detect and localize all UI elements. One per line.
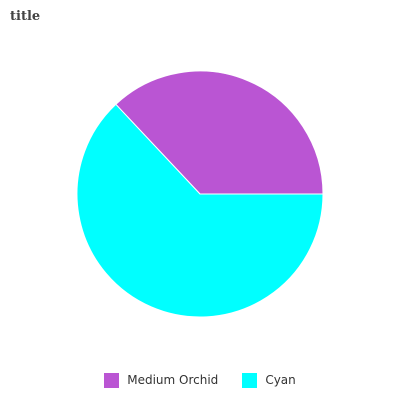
legend-label-medium-orchid: Medium Orchid [127,373,219,387]
legend-swatch-medium-orchid [104,372,120,388]
legend: Medium Orchid Cyan [0,370,400,390]
chart: title Medium Orchid Cyan [0,0,400,400]
pie-plot [76,70,324,318]
legend-item-medium-orchid: Medium Orchid [104,372,219,388]
legend-item-cyan: Cyan [242,372,296,388]
legend-swatch-cyan [242,372,258,388]
legend-label-cyan: Cyan [265,373,296,387]
